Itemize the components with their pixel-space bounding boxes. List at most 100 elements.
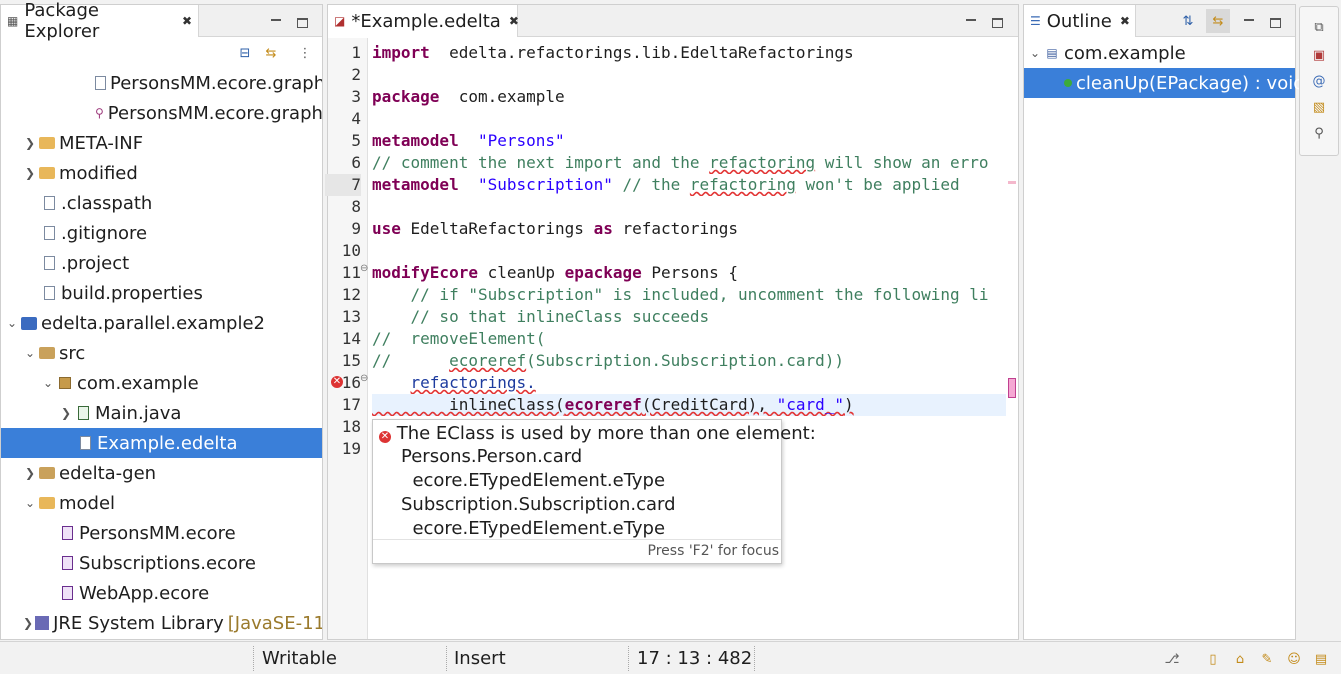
overview-ruler-warning[interactable]: [1008, 181, 1016, 184]
chevron-down-icon[interactable]: ⌄: [23, 496, 37, 510]
collapse-all-icon[interactable]: ⊟: [237, 45, 253, 61]
code-line[interactable]: // if "Subscription" is included, uncomm…: [372, 284, 1006, 306]
code-line[interactable]: // comment the next import and the refac…: [372, 152, 1006, 174]
code-line[interactable]: [372, 240, 1006, 262]
code-line[interactable]: modifyEcore cleanUp epackage Persons {: [372, 262, 1006, 284]
tree-item-src[interactable]: ⌄ src: [1, 338, 322, 368]
folder-icon: [39, 165, 55, 181]
code-token: edelta.refactorings.lib.EdeltaRefactorin…: [429, 43, 854, 62]
outline-item-cleanup[interactable]: cleanUp(EPackage) : void: [1024, 68, 1305, 98]
chevron-down-icon[interactable]: ⌄: [1028, 46, 1042, 60]
tree-item-jre-library[interactable]: ❯ JRE System Library [JavaSE-11]: [1, 608, 322, 638]
minimize-button[interactable]: [964, 11, 978, 25]
wand-icon[interactable]: ✎: [1259, 651, 1275, 667]
chevron-down-icon[interactable]: ⌄: [5, 316, 19, 330]
javadoc-icon[interactable]: @: [1311, 73, 1327, 89]
code-line[interactable]: // so that inlineClass succeeds: [372, 306, 1006, 328]
code-line[interactable]: [372, 108, 1006, 130]
minimize-button[interactable]: [1242, 11, 1256, 25]
tree-item-webapp-ecore[interactable]: WebApp.ecore: [1, 578, 322, 608]
minimize-button[interactable]: [269, 11, 283, 25]
chevron-right-icon[interactable]: ❯: [23, 136, 37, 150]
tree-item-project[interactable]: .project: [1, 248, 322, 278]
outline-item-com-example[interactable]: ⌄ ▤ com.example: [1024, 38, 1295, 68]
briefcase-icon[interactable]: ▤: [1313, 651, 1329, 667]
chevron-down-icon[interactable]: ⌄: [23, 346, 37, 360]
outline-tab[interactable]: ☰ Outline ✖: [1024, 5, 1136, 37]
restore-icon[interactable]: ⧉: [1311, 19, 1327, 35]
code-token: as: [593, 219, 613, 238]
code-line[interactable]: [372, 196, 1006, 218]
find-icon[interactable]: ⚲: [1311, 125, 1327, 141]
tree-item-meta-inf[interactable]: ❯ META-INF: [1, 128, 322, 158]
search-view-icon[interactable]: ▣: [1311, 47, 1327, 63]
tree-item-label: build.properties: [61, 282, 203, 304]
code-line[interactable]: metamodel "Persons": [372, 130, 1006, 152]
code-token: use: [372, 219, 401, 238]
tutorial-icon[interactable]: ⌂: [1232, 651, 1248, 667]
chevron-right-icon[interactable]: ❯: [23, 166, 37, 180]
error-hover-popup[interactable]: ✕ The EClass is used by more than one el…: [372, 419, 816, 564]
explorer-tree: PersonsMM.ecore.graph ⚲ PersonsMM.ecore.…: [1, 68, 322, 639]
tree-item-edelta-gen[interactable]: ❯ edelta-gen: [1, 458, 322, 488]
ecore-file-icon: [59, 585, 75, 601]
declaration-icon[interactable]: ▧: [1311, 99, 1327, 115]
tree-item-project-edelta[interactable]: ⌄ edelta.parallel.example2: [1, 308, 322, 338]
tree-item-modified[interactable]: ❯ modified: [1, 158, 322, 188]
code-line[interactable]: refactorings.: [372, 372, 1006, 394]
tree-item-label: com.example: [77, 372, 199, 394]
chevron-right-icon[interactable]: ❯: [23, 466, 37, 480]
ecore-file-icon: [59, 525, 75, 541]
tree-item-subscriptions-ecore[interactable]: Subscriptions.ecore: [1, 548, 322, 578]
chevron-down-icon[interactable]: ⌄: [41, 376, 55, 390]
book-icon[interactable]: ▯: [1205, 651, 1221, 667]
tree-item-classpath[interactable]: .classpath: [1, 188, 322, 218]
git-icon[interactable]: ⎇: [1164, 651, 1180, 667]
maximize-button[interactable]: [297, 18, 308, 28]
link-with-editor-icon[interactable]: ⇆: [263, 45, 279, 61]
code-token: // if "Subscription" is included, uncomm…: [372, 285, 989, 304]
code-token: (Subscription.Subscription.card)): [526, 351, 845, 370]
close-icon[interactable]: ✖: [182, 14, 192, 28]
package-explorer-title: Package Explorer: [24, 0, 100, 42]
code-line[interactable]: use EdeltaRefactorings as refactorings: [372, 218, 1006, 240]
close-icon[interactable]: ✖: [509, 14, 519, 28]
tree-item-build-properties[interactable]: build.properties: [1, 278, 322, 308]
chevron-right-icon[interactable]: ❯: [59, 406, 73, 420]
package-explorer-panel: ▦ Package Explorer ✖ ⊟ ⇆ ⋮ PersonsMM.eco…: [0, 0, 323, 640]
tree-item-example-edelta[interactable]: Example.edelta: [1, 428, 322, 458]
view-menu-icon[interactable]: ⋮: [297, 45, 313, 61]
tree-item-com-example[interactable]: ⌄ com.example: [1, 368, 322, 398]
tree-item-gitignore[interactable]: .gitignore: [1, 218, 322, 248]
code-token: refactoring: [689, 175, 796, 194]
code-line[interactable]: // removeElement(: [372, 328, 1006, 350]
editor-tab-example-edelta[interactable]: ◪ *Example.edelta ✖: [328, 5, 519, 37]
code-line[interactable]: package com.example: [372, 86, 1006, 108]
package-declaration-icon: ▤: [1046, 46, 1058, 60]
chevron-right-icon[interactable]: ❯: [23, 616, 33, 630]
smiley-icon[interactable]: ☺: [1286, 651, 1302, 667]
sort-alpha-icon[interactable]: ⇅: [1180, 13, 1196, 29]
code-token: // comment the next import and the: [372, 153, 710, 172]
tree-item-personsmm-graph[interactable]: PersonsMM.ecore.graph: [1, 68, 322, 98]
close-icon[interactable]: ✖: [1120, 14, 1130, 28]
tree-item-model[interactable]: ⌄ model: [1, 488, 322, 518]
right-trim-toolbar: ⧉ ▣ @ ▧ ⚲: [1299, 6, 1339, 156]
status-insert-mode: Insert: [454, 648, 506, 669]
error-detail: Subscription.Subscription.card: [401, 494, 676, 515]
link-with-editor-icon[interactable]: ⇆: [1206, 9, 1230, 33]
package-explorer-tab[interactable]: ▦ Package Explorer ✖: [1, 0, 199, 42]
code-line[interactable]: inlineClass(ecoreref(CreditCard), "card_…: [372, 394, 1006, 416]
tree-item-personsmm-graph-2[interactable]: ⚲ PersonsMM.ecore.graph: [1, 98, 322, 128]
maximize-button[interactable]: [1270, 18, 1281, 28]
code-line[interactable]: [372, 64, 1006, 86]
maximize-button[interactable]: [992, 18, 1003, 28]
overview-ruler-error[interactable]: [1008, 378, 1016, 398]
tree-item-personsmm-ecore[interactable]: PersonsMM.ecore: [1, 518, 322, 548]
code-token: refactorings: [612, 219, 739, 238]
code-token: refactoring: [709, 153, 816, 172]
code-line[interactable]: import edelta.refactorings.lib.EdeltaRef…: [372, 42, 1006, 64]
tree-item-main-java[interactable]: ❯ Main.java: [1, 398, 322, 428]
code-line[interactable]: // ecoreref(Subscription.Subscription.ca…: [372, 350, 1006, 372]
code-line[interactable]: metamodel "Subscription" // the refactor…: [372, 174, 1006, 196]
